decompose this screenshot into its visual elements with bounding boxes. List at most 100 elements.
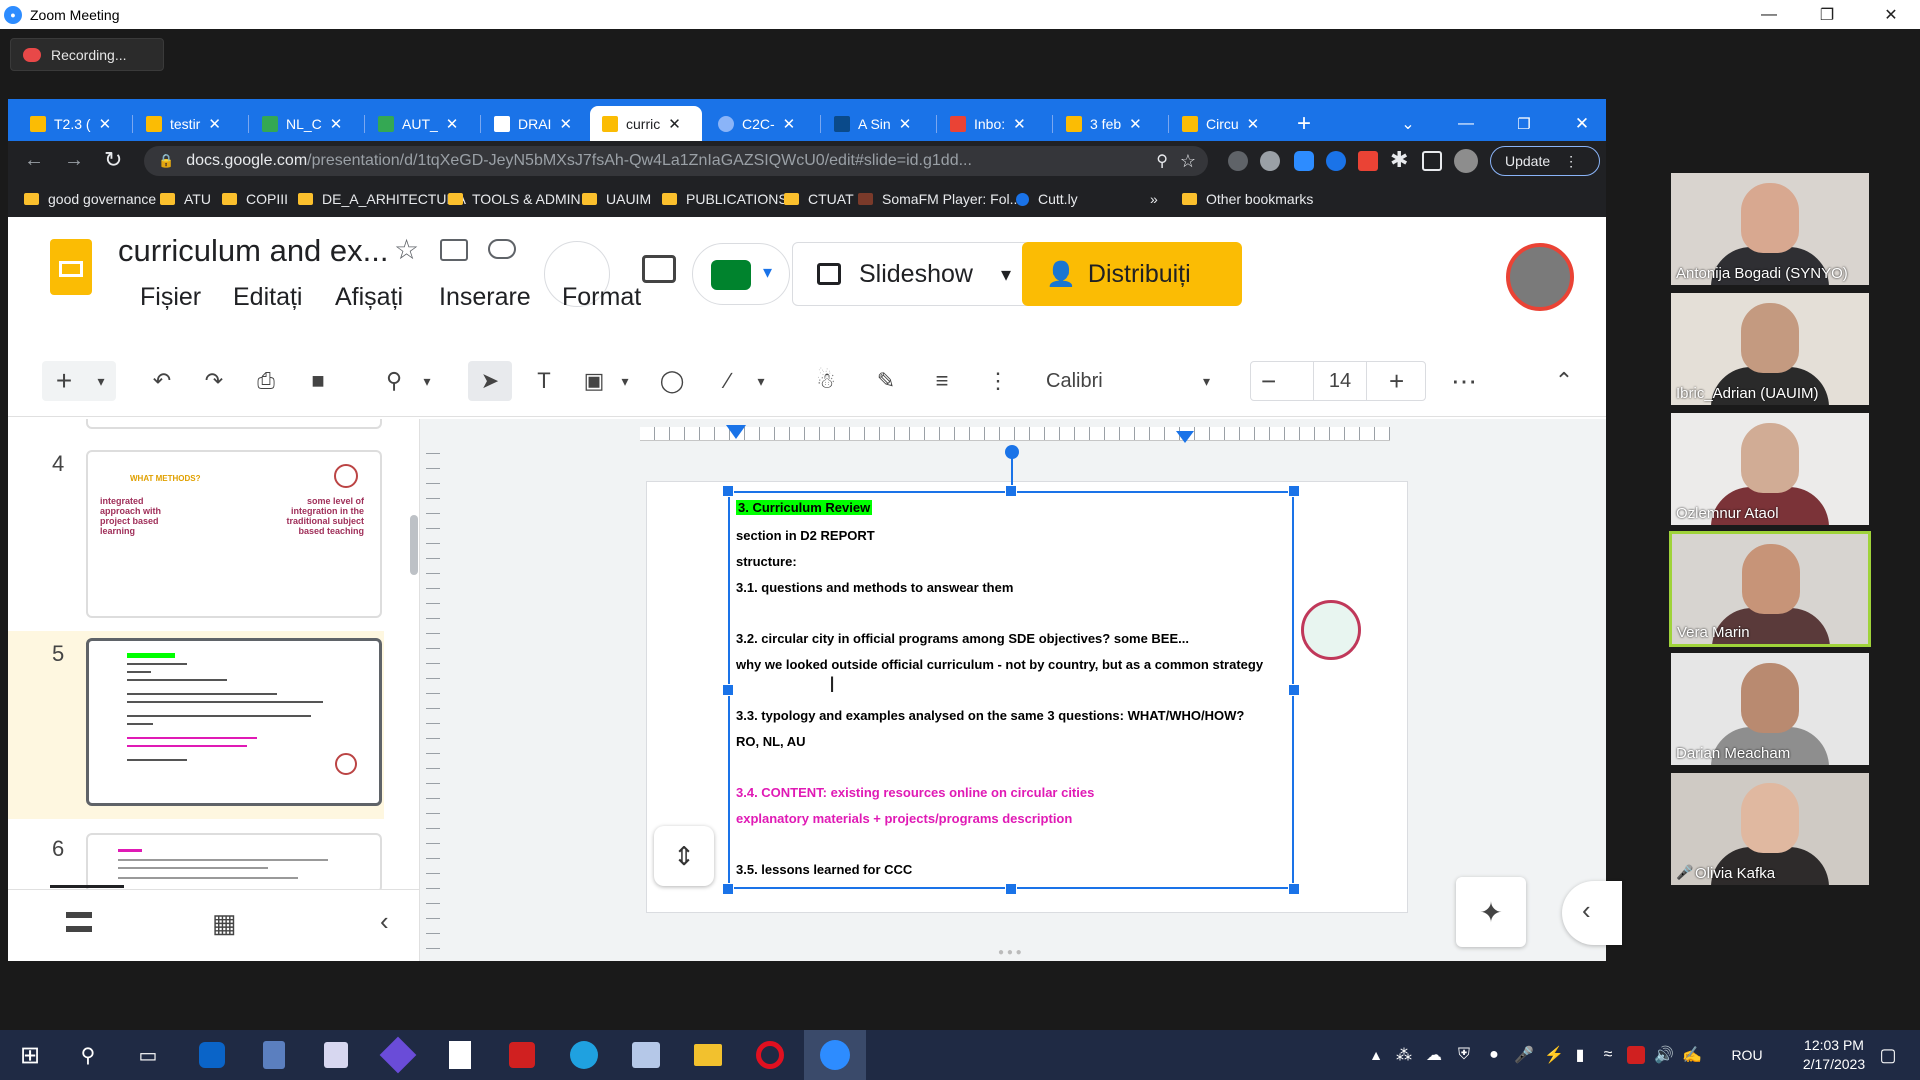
image-icon[interactable]: ▣: [576, 361, 612, 401]
tab-7[interactable]: A Sin ✕: [822, 106, 930, 141]
slide-line-magenta[interactable]: explanatory materials + projects/program…: [736, 811, 1072, 826]
participant-tile[interactable]: Ibric_Adrian (UAUIM): [1671, 293, 1869, 405]
account-avatar[interactable]: [1506, 243, 1574, 311]
puzzle-icon[interactable]: ✱: [1390, 147, 1408, 173]
task-view-icon[interactable]: ▭: [128, 1036, 168, 1074]
decrease-font-icon[interactable]: −: [1261, 366, 1276, 397]
close-tab-icon[interactable]: ✕: [1247, 115, 1260, 133]
canvas-resize-dots[interactable]: ● ● ●: [998, 947, 1022, 958]
browser-restore-icon[interactable]: ❐: [1504, 106, 1544, 141]
slideshow-dropdown-icon[interactable]: ▾: [1001, 262, 1011, 287]
start-icon[interactable]: ⊞: [10, 1036, 50, 1074]
language-indicator[interactable]: ROU: [1730, 1036, 1764, 1074]
grid-view-icon[interactable]: ▦: [212, 908, 237, 939]
slide-line[interactable]: why we looked outside official curriculu…: [736, 657, 1263, 672]
close-tab-icon[interactable]: ✕: [446, 115, 459, 133]
bookmark-other[interactable]: Other bookmarks: [1182, 181, 1313, 217]
edge-icon[interactable]: [564, 1036, 604, 1074]
bookmark-publications[interactable]: PUBLICATIONS: [662, 181, 788, 217]
slide-thumbnail-6[interactable]: [86, 833, 382, 893]
profile-avatar[interactable]: [1454, 149, 1478, 173]
slide-line[interactable]: 3.5. lessons learned for CCC: [736, 862, 912, 877]
text-box-icon[interactable]: T: [526, 361, 562, 401]
recording-indicator[interactable]: Recording...: [10, 38, 164, 71]
close-tab-icon[interactable]: ✕: [668, 115, 681, 133]
bookmark-cuttly[interactable]: Cutt.ly: [1016, 181, 1078, 217]
tab-0[interactable]: T2.3 (✕: [18, 106, 126, 141]
bookmark-somafm[interactable]: SomaFM Player: Fol...: [858, 181, 1021, 217]
slide-line[interactable]: structure:: [736, 554, 797, 569]
participant-tile[interactable]: Olivia Kafka 🎤: [1671, 773, 1869, 885]
tab-10[interactable]: Circu ✕: [1170, 106, 1278, 141]
select-icon[interactable]: ➤: [468, 361, 512, 401]
redo-icon[interactable]: ↷: [196, 361, 232, 401]
increase-font-icon[interactable]: +: [1389, 366, 1404, 397]
tab-1[interactable]: testir ✕: [134, 106, 242, 141]
fill-color-icon[interactable]: ☃: [808, 361, 844, 401]
app-icon[interactable]: [626, 1036, 666, 1074]
tab-2[interactable]: NL_C ✕: [250, 106, 358, 141]
slide-thumbnail-4[interactable]: WHAT METHODS? integrated approach with p…: [86, 450, 382, 618]
zoom-extension-icon[interactable]: [1294, 151, 1314, 171]
bookmark-tools-admin[interactable]: TOOLS & ADMIN: [448, 181, 581, 217]
slide-line[interactable]: 3.1. questions and methods to answear th…: [736, 580, 1013, 595]
slide-line[interactable]: 3.2. circular city in official programs …: [736, 631, 1189, 646]
menu-view[interactable]: Afișați: [335, 283, 403, 312]
tab-9[interactable]: 3 feb ✕: [1054, 106, 1162, 141]
collapse-filmstrip-icon[interactable]: ‹: [380, 906, 389, 937]
resize-handle[interactable]: [1005, 485, 1017, 497]
resize-handle[interactable]: [722, 684, 734, 696]
tab-3[interactable]: AUT_ ✕: [366, 106, 474, 141]
file-icon[interactable]: [440, 1036, 480, 1074]
left-indent-marker[interactable]: [726, 425, 746, 439]
participant-tile-active-speaker[interactable]: Vera Marin: [1669, 531, 1871, 647]
border-dash-icon[interactable]: ⋮: [980, 361, 1016, 401]
menu-edit[interactable]: Editați: [233, 283, 302, 312]
bookmark-copiii[interactable]: COPIII: [222, 181, 288, 217]
participant-tile[interactable]: Ozlemnur Ataol: [1671, 413, 1869, 525]
zoom-taskbar-icon[interactable]: [804, 1030, 866, 1080]
menu-insert[interactable]: Inserare: [439, 283, 531, 312]
bookmark-star-icon[interactable]: ☆: [1180, 151, 1196, 172]
pen-icon[interactable]: ✍: [1672, 1036, 1712, 1074]
file-explorer-icon[interactable]: [688, 1036, 728, 1074]
resize-handle[interactable]: [1288, 883, 1300, 895]
extension-icon[interactable]: [1326, 151, 1346, 171]
tab-4[interactable]: DRAI ✕: [482, 106, 590, 141]
app-icon[interactable]: [378, 1036, 418, 1074]
bookmark-de-a-arhitectura[interactable]: DE_A_ARHITECTURA: [298, 181, 466, 217]
new-tab-icon[interactable]: +: [1284, 106, 1324, 141]
font-size-field[interactable]: 14: [1313, 362, 1367, 400]
slide-line-title[interactable]: 3. Curriculum Review: [736, 500, 873, 515]
update-button[interactable]: Update ⋮: [1490, 146, 1600, 176]
slide-line[interactable]: 3.3. typology and examples analysed on t…: [736, 708, 1244, 723]
rotate-handle[interactable]: [1005, 445, 1019, 459]
slide-line[interactable]: section in D2 REPORT: [736, 528, 875, 543]
side-panel-icon[interactable]: [1422, 151, 1442, 171]
bookmark-good-governance[interactable]: good governance: [24, 181, 156, 217]
app-icon[interactable]: [316, 1036, 356, 1074]
move-folder-icon[interactable]: [440, 239, 468, 261]
participant-tile[interactable]: Antonija Bogadi (SYNYO): [1671, 173, 1869, 285]
line-dropdown-icon[interactable]: ▾: [750, 361, 772, 401]
forward-icon[interactable]: →: [64, 149, 84, 172]
reload-icon[interactable]: ↻: [104, 147, 122, 173]
border-color-icon[interactable]: ✎: [868, 361, 904, 401]
thumb-previous[interactable]: [86, 419, 382, 429]
resize-handle[interactable]: [1288, 684, 1300, 696]
filmstrip-scrollbar[interactable]: [410, 515, 418, 575]
restore-icon[interactable]: ❐: [1798, 0, 1856, 29]
font-size-stepper[interactable]: − 14 +: [1250, 361, 1426, 401]
url-field[interactable]: 🔒 docs.google.com/presentation/d/1tqXeGD…: [144, 146, 1208, 176]
slide-thumbnail-5[interactable]: [86, 638, 382, 806]
participant-tile[interactable]: Darian Meacham: [1671, 653, 1869, 765]
new-slide-dropdown-icon[interactable]: ▾: [86, 361, 116, 401]
tab-8[interactable]: Inbo: ✕: [938, 106, 1046, 141]
resize-handle[interactable]: [722, 883, 734, 895]
zoom-lens-icon[interactable]: ⚲: [1156, 151, 1168, 171]
close-tab-icon[interactable]: ✕: [99, 115, 112, 133]
app-icon[interactable]: [192, 1036, 232, 1074]
close-tab-icon[interactable]: ✕: [330, 115, 343, 133]
calculator-icon[interactable]: [254, 1036, 294, 1074]
bookmark-ctuat[interactable]: CTUAT: [784, 181, 854, 217]
